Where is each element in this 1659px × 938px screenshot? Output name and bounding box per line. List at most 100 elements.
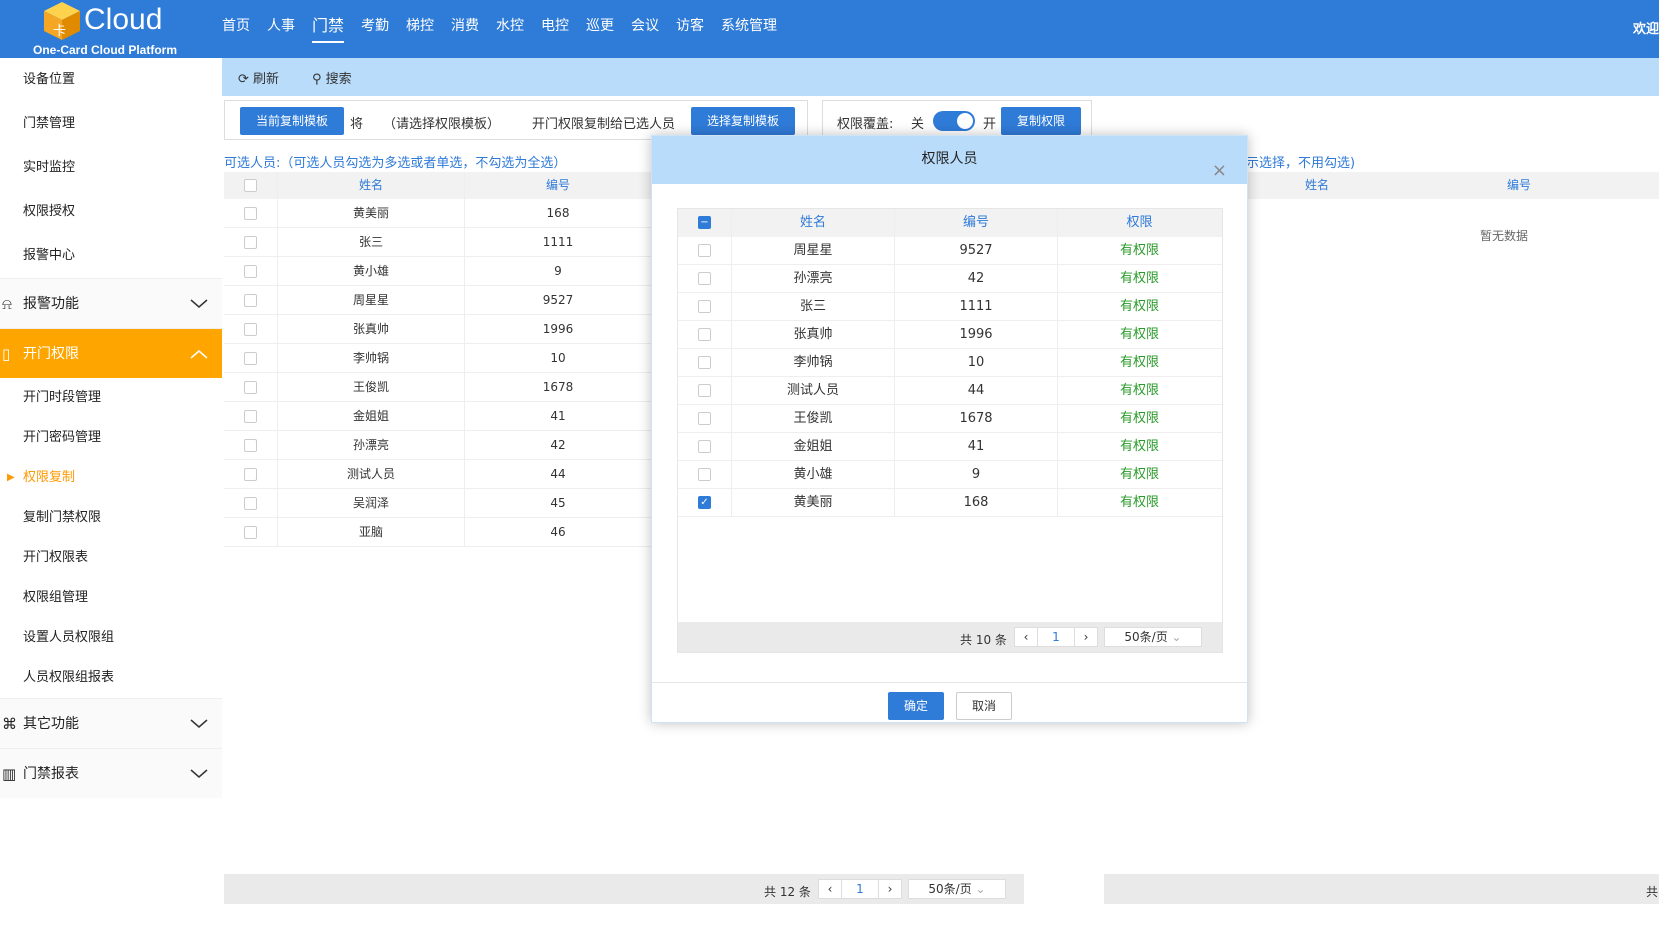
row-checkbox[interactable] <box>244 352 257 365</box>
modal-header-number: 编号 <box>895 209 1058 237</box>
select-all-checkbox[interactable] <box>244 179 257 192</box>
row-checkbox[interactable] <box>244 381 257 394</box>
refresh-button[interactable]: ⟳ 刷新 <box>238 68 279 87</box>
nav-access-control[interactable]: 门禁 <box>312 0 345 58</box>
row-checkbox[interactable] <box>244 294 257 307</box>
cancel-button[interactable]: 取消 <box>956 692 1012 720</box>
row-checkbox[interactable] <box>698 384 711 397</box>
right-header-name: 姓名 <box>1304 178 1329 192</box>
row-checkbox[interactable] <box>244 526 257 539</box>
sidebar-sub-door-permission-table[interactable]: 开门权限表 <box>0 538 222 578</box>
sidebar-item-device-location[interactable]: 设备位置 <box>0 58 222 102</box>
sidebar-sub-permission-copy[interactable]: ▶ 权限复制 <box>0 458 222 498</box>
select-copy-template-button[interactable]: 选择复制模板 <box>691 107 795 135</box>
sidebar-item-permission-grant[interactable]: 权限授权 <box>0 190 222 234</box>
next-page-button[interactable]: › <box>878 879 902 899</box>
nav-attendance[interactable]: 考勤 <box>361 0 389 58</box>
modal-table-row[interactable]: 测试人员 44 有权限 <box>678 377 1222 405</box>
nav-elevator[interactable]: 梯控 <box>406 0 434 58</box>
row-checkbox[interactable] <box>698 468 711 481</box>
sidebar-sub-time-period[interactable]: 开门时段管理 <box>0 378 222 418</box>
row-checkbox[interactable] <box>698 328 711 341</box>
modal-prev-page-button[interactable]: ‹ <box>1014 627 1038 647</box>
modal-header-name: 姓名 <box>732 209 895 237</box>
row-checkbox[interactable] <box>244 265 257 278</box>
row-checkbox[interactable] <box>244 439 257 452</box>
modal-table: − 姓名 编号 权限 周星星 9527 有权限 孙漂亮 42 有权限 张三 1111 有权限 张真… <box>677 208 1223 653</box>
sidebar-sub-door-password[interactable]: 开门密码管理 <box>0 418 222 458</box>
sidebar-sub-person-group-report[interactable]: 人员权限组报表 <box>0 658 222 698</box>
sidebar-group-report[interactable]: ▥ 门禁报表 <box>0 748 222 798</box>
row-checkbox-cell <box>224 402 278 430</box>
row-checkbox-cell <box>224 431 278 459</box>
welcome-text[interactable]: 欢迎 <box>1633 18 1659 37</box>
nav-visitor[interactable]: 访客 <box>676 0 704 58</box>
modal-header-checkbox-cell: − <box>678 209 732 237</box>
modal-page-size-select[interactable]: 50条/页 ⌄ <box>1104 627 1202 647</box>
row-checkbox[interactable] <box>244 468 257 481</box>
current-template-button[interactable]: 当前复制模板 <box>240 107 344 135</box>
row-checkbox[interactable] <box>244 207 257 220</box>
row-name: 黄小雄 <box>278 257 465 285</box>
sidebar-item-alarm-center[interactable]: 报警中心 <box>0 234 222 278</box>
modal-table-row[interactable]: 金姐姐 41 有权限 <box>678 433 1222 461</box>
row-checkbox-cell: ✓ <box>678 489 732 516</box>
row-permission: 有权限 <box>1119 411 1159 426</box>
modal-table-row[interactable]: 李帅锅 10 有权限 <box>678 349 1222 377</box>
modal-table-row[interactable]: 张三 1111 有权限 <box>678 293 1222 321</box>
nav-hr[interactable]: 人事 <box>267 0 295 58</box>
row-checkbox[interactable] <box>244 323 257 336</box>
confirm-button[interactable]: 确定 <box>888 692 944 720</box>
modal-next-page-button[interactable]: › <box>1074 627 1098 647</box>
header-number: 编号 <box>465 172 652 199</box>
row-checkbox[interactable] <box>698 412 711 425</box>
search-button[interactable]: ⚲ 搜索 <box>312 68 352 87</box>
row-number: 1996 <box>895 321 1058 348</box>
sidebar-item-door-management[interactable]: 门禁管理 <box>0 102 222 146</box>
nav-system[interactable]: 系统管理 <box>721 0 777 58</box>
row-checkbox[interactable] <box>698 272 711 285</box>
row-checkbox[interactable] <box>698 356 711 369</box>
sidebar-group-other[interactable]: ⌘ 其它功能 <box>0 698 222 748</box>
modal-table-row[interactable]: 黄小雄 9 有权限 <box>678 461 1222 489</box>
current-page[interactable]: 1 <box>842 879 878 899</box>
sidebar-group-door-permission[interactable]: ▯ 开门权限 <box>0 328 222 378</box>
row-name: 张三 <box>278 228 465 256</box>
nav-electric[interactable]: 电控 <box>541 0 569 58</box>
sidebar-item-realtime-monitor[interactable]: 实时监控 <box>0 146 222 190</box>
nav-consumption[interactable]: 消费 <box>451 0 479 58</box>
override-toggle[interactable] <box>933 111 975 131</box>
modal-table-row[interactable]: ✓ 黄美丽 168 有权限 <box>678 489 1222 517</box>
modal-table-row[interactable]: 张真帅 1996 有权限 <box>678 321 1222 349</box>
select-all-checkbox[interactable]: − <box>698 216 711 229</box>
row-name: 黄美丽 <box>278 199 465 227</box>
row-checkbox[interactable] <box>244 236 257 249</box>
row-checkbox-cell <box>224 228 278 256</box>
row-checkbox[interactable] <box>698 440 711 453</box>
row-checkbox[interactable] <box>244 497 257 510</box>
modal-table-row[interactable]: 王俊凯 1678 有权限 <box>678 405 1222 433</box>
row-checkbox-cell <box>224 489 278 517</box>
modal-table-row[interactable]: 孙漂亮 42 有权限 <box>678 265 1222 293</box>
row-number: 46 <box>465 518 652 546</box>
row-checkbox-cell <box>224 315 278 343</box>
row-checkbox[interactable] <box>698 300 711 313</box>
row-checkbox[interactable] <box>244 410 257 423</box>
sidebar-group-alarm[interactable]: ⍾ 报警功能 <box>0 278 222 328</box>
sidebar-sub-permission-group[interactable]: 权限组管理 <box>0 578 222 618</box>
nav-home[interactable]: 首页 <box>222 0 250 58</box>
nav-water[interactable]: 水控 <box>496 0 524 58</box>
page-size-select[interactable]: 50条/页 ⌄ <box>908 879 1006 899</box>
modal-current-page[interactable]: 1 <box>1038 627 1074 647</box>
copy-permission-button[interactable]: 复制权限 <box>1001 107 1081 135</box>
prev-page-button[interactable]: ‹ <box>818 879 842 899</box>
nav-patrol[interactable]: 巡更 <box>586 0 614 58</box>
modal-table-row[interactable]: 周星星 9527 有权限 <box>678 237 1222 265</box>
row-checkbox-checked[interactable]: ✓ <box>698 496 711 509</box>
nav-meeting[interactable]: 会议 <box>631 0 659 58</box>
sidebar-sub-copy-door-permission[interactable]: 复制门禁权限 <box>0 498 222 538</box>
close-icon[interactable]: × <box>1212 148 1227 194</box>
sidebar-sub-set-person-group[interactable]: 设置人员权限组 <box>0 618 222 658</box>
row-checkbox[interactable] <box>698 244 711 257</box>
row-number: 1678 <box>895 405 1058 432</box>
